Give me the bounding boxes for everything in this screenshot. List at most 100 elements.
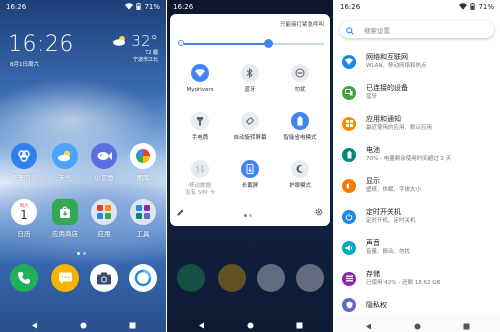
settings-item-title: 应用和通知 <box>366 115 401 123</box>
page-indicator <box>244 214 252 217</box>
settings-item-privacy[interactable]: 隐私权 <box>334 294 500 316</box>
app-folder-apps[interactable]: 应用 <box>86 199 122 238</box>
app-label: 天气 <box>58 174 72 182</box>
dock-browser[interactable] <box>125 264 161 292</box>
dock-messages[interactable] <box>47 264 83 292</box>
date-text: 8月1日周六 <box>10 62 39 68</box>
wifi-icon <box>125 2 134 12</box>
battery-icon <box>342 147 356 162</box>
tile-flashlight[interactable]: 手电筒 <box>175 112 225 142</box>
home-icon[interactable] <box>247 314 254 332</box>
tile-wifi[interactable]: Mydrivers <box>175 64 225 94</box>
battery-percent: 71% <box>478 3 494 11</box>
fish-icon <box>91 143 117 169</box>
long-screenshot-icon <box>241 160 259 178</box>
app-label: 日历 <box>17 230 31 238</box>
phone-icon <box>10 264 38 292</box>
tile-auto-rotate[interactable]: 自动旋转屏幕 <box>225 112 275 142</box>
power-schedule-icon <box>342 209 356 224</box>
browser-icon <box>129 264 157 292</box>
back-icon[interactable] <box>31 314 38 332</box>
settings-item-subtitle: 已使用 42% - 还剩 18.62 GB <box>366 280 441 286</box>
settings-item-title: 显示 <box>366 177 380 185</box>
weather-widget[interactable]: 32° 72 霾 宁波市江北 <box>112 32 158 64</box>
dock-camera[interactable] <box>86 264 122 292</box>
settings-screen: 16:26 71% 搜索设置 网络和互联网 WLAN、移动网络和热点 已连接的设… <box>334 0 500 332</box>
app-folder-tools[interactable]: 工具 <box>125 199 161 238</box>
settings-item-title: 声音 <box>366 239 380 247</box>
app-weather[interactable]: 天气 <box>47 143 83 182</box>
app-calendar[interactable]: 周六 1 日历 <box>6 199 42 238</box>
settings-item-apps[interactable]: 应用和通知 最近使用的应用、默认应用 <box>334 108 500 139</box>
brightness-thumb[interactable] <box>263 39 273 48</box>
home-screen: 16:26 71% 16:26 8月1日周六 32° 72 霾 宁波市江北 极速… <box>0 0 166 332</box>
edit-icon[interactable] <box>177 201 184 220</box>
tile-label: 手电筒 <box>191 135 209 141</box>
recents-icon[interactable] <box>463 315 470 332</box>
browser-icon <box>296 264 324 292</box>
do-not-disturb-icon <box>291 64 309 82</box>
app-label: 应用 <box>97 230 111 238</box>
search-settings-bar[interactable]: 搜索设置 <box>340 21 494 38</box>
camera-icon <box>90 264 118 292</box>
settings-item-title: 定时开关机 <box>366 208 401 216</box>
settings-item-connected-devices[interactable]: 已连接的设备 蓝牙 <box>334 77 500 108</box>
home-icon[interactable] <box>80 314 87 332</box>
settings-item-title: 隐私权 <box>366 300 387 309</box>
app-gallery[interactable]: 图库 <box>125 143 161 182</box>
dock-camera-dim <box>253 264 289 292</box>
settings-item-title: 网络和互联网 <box>366 53 408 61</box>
tile-label: 长截屏 <box>241 183 259 189</box>
settings-gear-icon[interactable] <box>315 201 323 220</box>
back-icon[interactable] <box>365 315 372 332</box>
tile-eye-comfort[interactable]: 护眼模式 <box>275 160 325 190</box>
wifi-icon <box>459 2 468 12</box>
tile-battery-saver[interactable]: 智能省电模式 <box>275 112 325 142</box>
store-icon <box>52 199 78 225</box>
apps-icon <box>342 116 356 131</box>
mobile-data-label: 移动数据 没有 SIM 卡 <box>185 183 215 196</box>
message-icon <box>51 264 79 292</box>
app-medical[interactable]: 极速问诊 <box>6 143 42 182</box>
home-icon[interactable] <box>414 315 421 332</box>
recents-icon[interactable] <box>296 314 303 332</box>
tile-bluetooth[interactable]: 蓝牙 <box>225 64 275 94</box>
connected-devices-icon <box>342 85 356 100</box>
clock-widget[interactable]: 16:26 <box>8 32 74 57</box>
status-time: 16:26 <box>340 3 361 11</box>
tile-label: 蓝牙 <box>244 87 256 93</box>
settings-item-battery[interactable]: 电池 70% - 电量剩余使用时间超过 2 天 <box>334 139 500 170</box>
app-fish[interactable]: 小京鱼 <box>86 143 122 182</box>
battery-percent: 71% <box>144 3 160 11</box>
app-label: 图库 <box>136 174 150 182</box>
privacy-icon <box>342 298 356 312</box>
settings-item-display[interactable]: 显示 壁纸、休眠、字体大小 <box>334 170 500 201</box>
settings-item-sound[interactable]: 声音 音量、振动、勿扰 <box>334 232 500 263</box>
dock-phone[interactable] <box>6 264 42 292</box>
emergency-call-label: 只能接打紧急呼叫 <box>279 22 324 28</box>
tile-long-screenshot[interactable]: 长截屏 <box>225 160 275 190</box>
back-icon[interactable] <box>198 314 205 332</box>
settings-item-subtitle: WLAN、移动网络和热点 <box>366 63 427 69</box>
app-store[interactable]: 应用商店 <box>47 199 83 238</box>
settings-item-scheduled-power[interactable]: 定时开关机 定时开机、定时关机 <box>334 201 500 232</box>
tile-mobile-data[interactable]: 移动数据 没有 SIM 卡 <box>175 160 225 197</box>
recents-icon[interactable] <box>129 314 136 332</box>
tile-label: 移动数据 没有 SIM 卡 <box>175 183 225 197</box>
settings-item-title: 存储 <box>366 270 380 278</box>
camera-icon <box>257 264 285 292</box>
search-placeholder: 搜索设置 <box>364 26 390 35</box>
calendar-day: 1 <box>20 207 28 222</box>
dock-phone-dim <box>173 264 209 292</box>
apps-folder-icon <box>91 199 117 225</box>
app-label: 极速问诊 <box>11 174 37 182</box>
tile-label: 自动旋转屏幕 <box>233 135 267 141</box>
settings-item-storage[interactable]: 存储 已使用 42% - 还剩 18.62 GB <box>334 263 500 294</box>
tools-folder-icon <box>130 199 156 225</box>
gallery-icon <box>130 143 156 169</box>
search-icon <box>346 20 354 39</box>
battery-icon <box>136 2 142 12</box>
tile-dnd[interactable]: 勿扰 <box>275 64 325 94</box>
sound-icon <box>342 240 356 255</box>
settings-item-network[interactable]: 网络和互联网 WLAN、移动网络和热点 <box>334 46 500 77</box>
